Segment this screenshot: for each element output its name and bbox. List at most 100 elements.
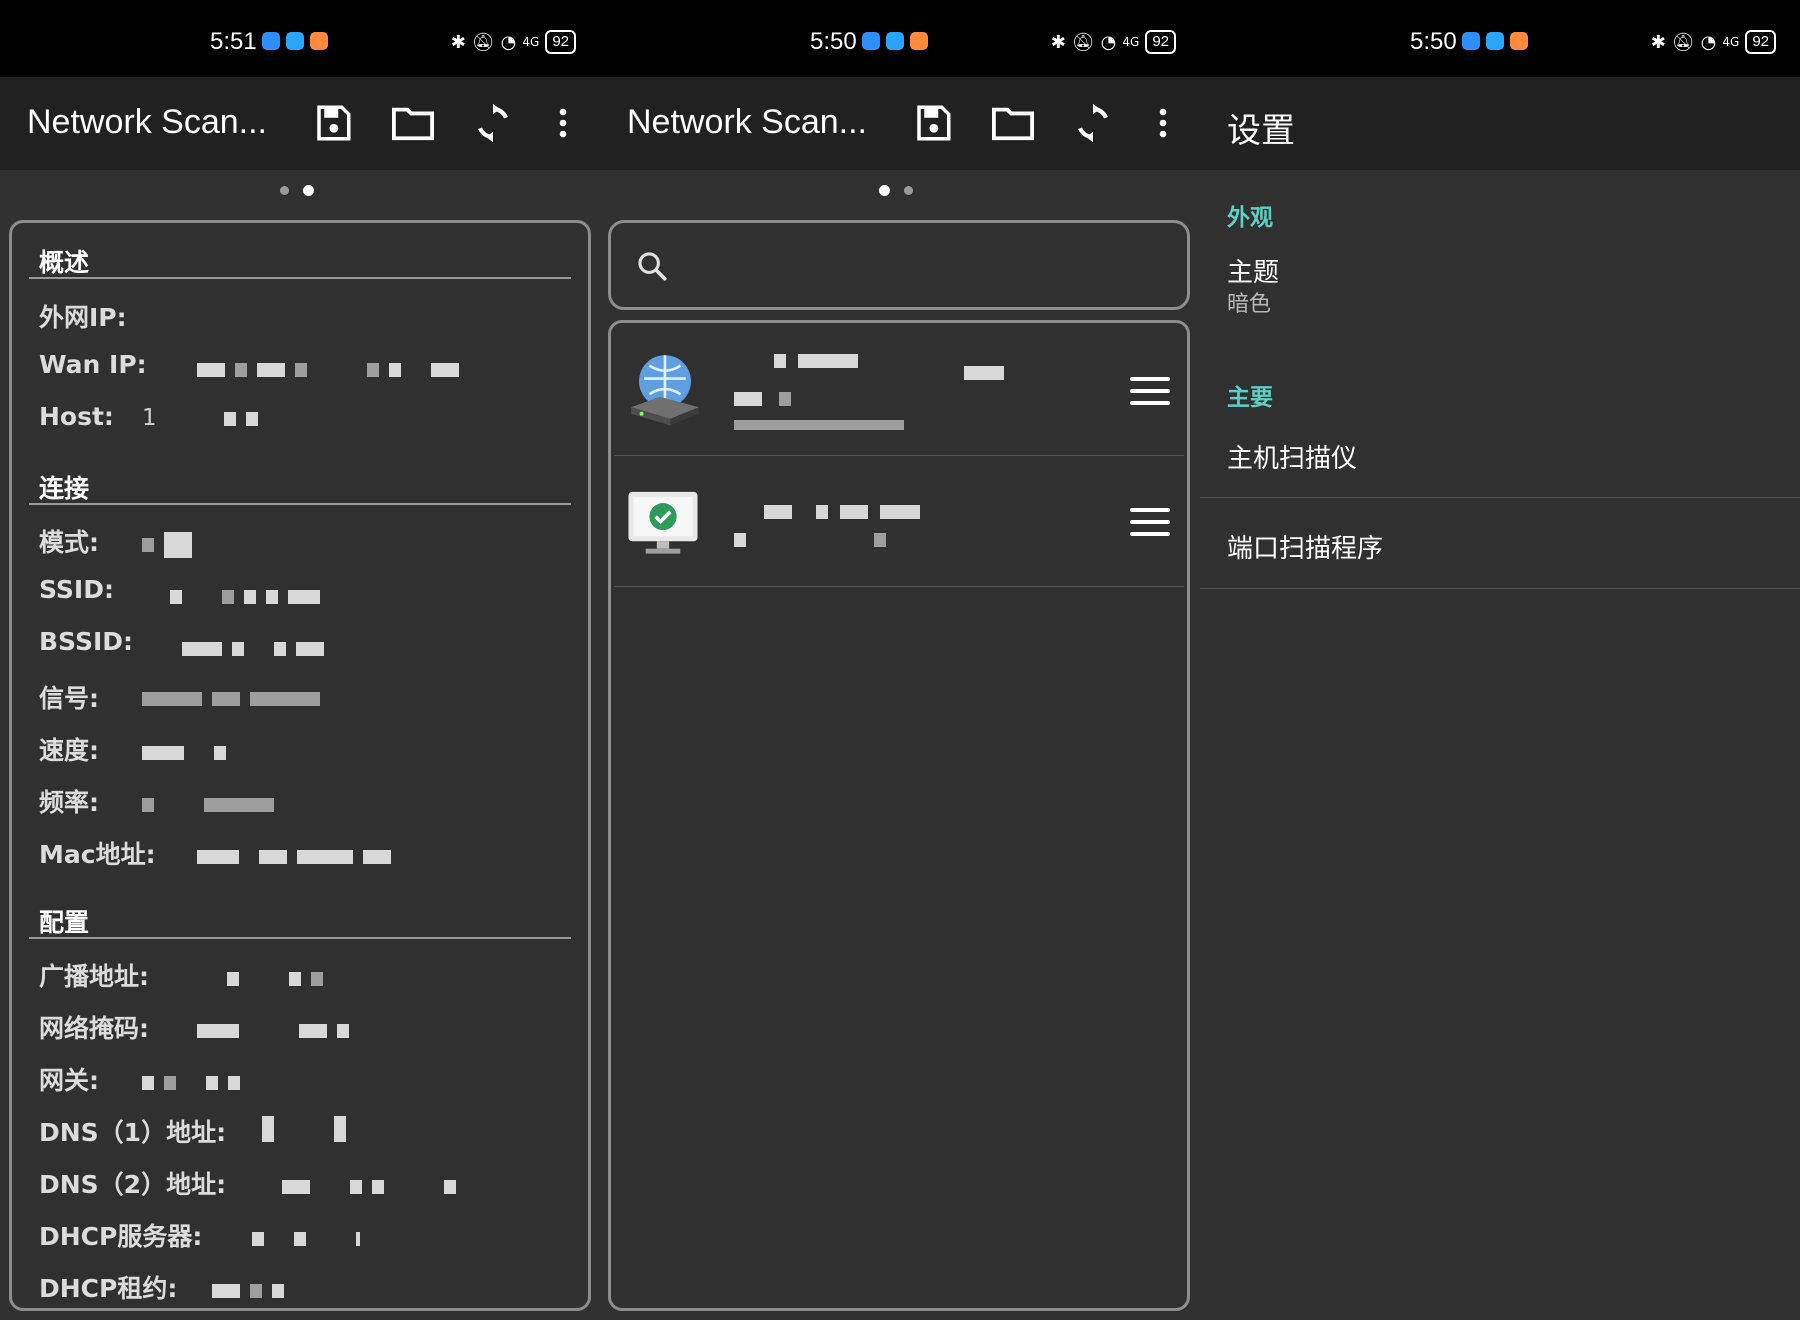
status-time: 5:50 bbox=[810, 28, 857, 55]
monitor-check-icon bbox=[628, 491, 698, 554]
qq-app-icon bbox=[286, 32, 304, 50]
mode-label: 模式: bbox=[39, 528, 99, 557]
status-time: 5:50 bbox=[1410, 28, 1457, 55]
save-icon bbox=[317, 105, 351, 141]
host-value-text: 1 bbox=[142, 405, 157, 431]
overview-divider bbox=[29, 277, 571, 279]
chat-app-icon bbox=[262, 32, 280, 50]
more-options-button[interactable] bbox=[1139, 99, 1187, 147]
dhcp-server-label: DHCP服务器: bbox=[39, 1222, 203, 1251]
open-folder-button[interactable] bbox=[989, 99, 1037, 147]
speed-label: 速度: bbox=[39, 736, 99, 765]
dhcp-lease-value bbox=[212, 1277, 294, 1303]
signal-icon: 4G bbox=[1722, 35, 1740, 49]
ssid-value bbox=[170, 583, 330, 609]
mute-icon: 🔕︎ bbox=[1671, 31, 1695, 53]
save-icon bbox=[917, 105, 951, 141]
gateway-value bbox=[142, 1069, 250, 1095]
settings-divider bbox=[1200, 588, 1800, 589]
notification-icons bbox=[1462, 32, 1528, 50]
device-details-masked bbox=[724, 493, 1044, 563]
main-category: 主要 bbox=[1227, 385, 1273, 411]
battery-indicator: 92 bbox=[545, 30, 576, 54]
netmask-value bbox=[197, 1017, 359, 1043]
page-dot-1[interactable] bbox=[280, 186, 289, 195]
more-vertical-icon bbox=[1159, 108, 1167, 138]
list-item[interactable] bbox=[614, 326, 1184, 456]
host-label: Host: bbox=[39, 402, 114, 431]
drag-handle-icon[interactable] bbox=[1130, 376, 1170, 405]
theme-setting[interactable]: 主题 暗色 bbox=[1200, 240, 1800, 350]
battery-indicator: 92 bbox=[1745, 30, 1776, 54]
page-dot-1[interactable] bbox=[879, 185, 890, 196]
netmask-label: 网络掩码: bbox=[39, 1014, 149, 1043]
external-ip-label: 外网IP: bbox=[39, 303, 127, 332]
system-icons: ✱ 🔕︎ ◔ 4G 92 bbox=[1651, 30, 1776, 54]
refresh-icon bbox=[478, 103, 508, 143]
wifi-icon: ◔ bbox=[500, 31, 517, 53]
refresh-button[interactable] bbox=[1069, 99, 1117, 147]
ssid-label: SSID: bbox=[39, 575, 114, 604]
wifi-icon: ◔ bbox=[1700, 31, 1717, 53]
device-details-masked bbox=[724, 352, 1044, 442]
host-scanner-setting[interactable]: 主机扫描仪 bbox=[1200, 420, 1800, 500]
page-dot-2[interactable] bbox=[904, 186, 913, 195]
drag-handle-icon[interactable] bbox=[1130, 507, 1170, 536]
port-scanner-setting[interactable]: 端口扫描程序 bbox=[1200, 498, 1800, 588]
list-item[interactable] bbox=[614, 457, 1184, 587]
notification-icons bbox=[862, 32, 928, 50]
broadcast-address-label: 广播地址: bbox=[39, 962, 149, 991]
broadcast-address-value bbox=[227, 965, 333, 991]
dns2-address-value bbox=[282, 1173, 466, 1199]
settings-toolbar: 设置 bbox=[1200, 77, 1800, 170]
game-app-icon bbox=[910, 32, 928, 50]
wan-ip-value bbox=[197, 356, 469, 382]
host-scanner-title: 主机扫描仪 bbox=[1227, 444, 1358, 474]
host-search-input[interactable] bbox=[608, 220, 1190, 310]
app-toolbar: Network Scan... bbox=[0, 77, 600, 170]
host-list bbox=[608, 320, 1190, 1311]
status-bar: 5:50 ✱ 🔕︎ ◔ 4G 92 bbox=[1200, 0, 1800, 77]
status-time: 5:51 bbox=[210, 28, 257, 55]
open-folder-button[interactable] bbox=[389, 99, 437, 147]
overview-title: 概述 bbox=[39, 248, 90, 277]
more-options-button[interactable] bbox=[539, 99, 587, 147]
folder-icon bbox=[992, 107, 1034, 141]
signal-label: 信号: bbox=[39, 684, 99, 713]
signal-icon: 4G bbox=[1122, 35, 1140, 49]
system-icons: ✱ 🔕︎ ◔ 4G 92 bbox=[1051, 30, 1176, 54]
settings-list: 外观 主题 暗色 主要 主机扫描仪 端口扫描程序 bbox=[1200, 170, 1800, 1320]
page-dot-2[interactable] bbox=[303, 185, 314, 196]
page-indicator[interactable] bbox=[280, 185, 314, 196]
connection-title: 连接 bbox=[39, 474, 90, 503]
system-icons: ✱ 🔕︎ ◔ 4G 92 bbox=[451, 30, 576, 54]
bluetooth-icon: ✱ bbox=[1050, 31, 1066, 53]
app-toolbar: Network Scan... bbox=[600, 77, 1200, 170]
status-bar: 5:50 ✱ 🔕︎ ◔ 4G 92 bbox=[600, 0, 1200, 77]
frequency-label: 频率: bbox=[39, 788, 99, 817]
save-button[interactable] bbox=[309, 99, 357, 147]
wan-ip-label: Wan IP: bbox=[39, 350, 147, 379]
speed-value bbox=[142, 739, 236, 765]
network-info-card: 概述 外网IP: Wan IP: Host: 1 连接 模式: SSID: BS… bbox=[9, 220, 591, 1311]
mac-address-value bbox=[197, 843, 401, 869]
refresh-icon bbox=[1078, 103, 1108, 143]
refresh-button[interactable] bbox=[469, 99, 517, 147]
router-globe-icon bbox=[631, 355, 699, 426]
dns1-address-label: DNS（1）地址: bbox=[39, 1118, 227, 1147]
dns1-address-value bbox=[262, 1115, 356, 1142]
config-divider bbox=[29, 937, 571, 939]
notification-icons bbox=[262, 32, 328, 50]
port-scanner-title: 端口扫描程序 bbox=[1227, 534, 1384, 564]
signal-value bbox=[142, 685, 330, 711]
frequency-value bbox=[142, 791, 284, 817]
dns2-address-label: DNS（2）地址: bbox=[39, 1170, 227, 1199]
chat-app-icon bbox=[862, 32, 880, 50]
settings-title: 设置 bbox=[1227, 112, 1295, 150]
status-bar: 5:51 ✱ 🔕︎ ◔ 4G 92 bbox=[0, 0, 600, 77]
save-button[interactable] bbox=[909, 99, 957, 147]
mode-value bbox=[142, 531, 202, 558]
host-value: 1 bbox=[142, 405, 268, 431]
folder-icon bbox=[392, 107, 434, 141]
page-indicator[interactable] bbox=[879, 185, 913, 196]
